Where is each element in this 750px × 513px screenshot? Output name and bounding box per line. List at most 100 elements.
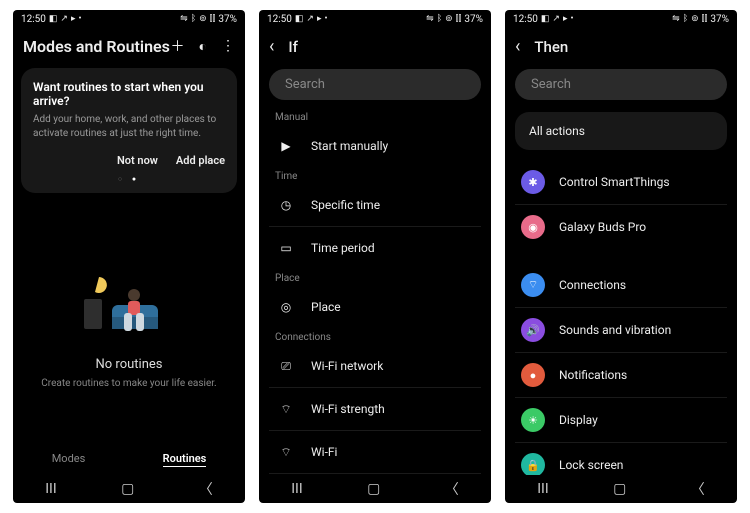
status-bar: 12:50 ◧ ↗ ▸ • ⇋ ᛒ ⊚ ⫿⫿ 37% xyxy=(13,10,245,28)
screen-if: 12:50 ◧ ↗ ▸ • ⇋ ᛒ ⊚ ⫿⫿ 37% ‹ If Search M… xyxy=(259,10,491,503)
header: ‹ If xyxy=(259,28,491,65)
pin-icon: ◎ xyxy=(275,296,297,318)
row-start-manually[interactable]: ▶ Start manually xyxy=(269,125,481,167)
status-battery: 37% xyxy=(218,14,237,25)
home-button[interactable]: ▢ xyxy=(121,481,134,497)
tab-modes[interactable]: Modes xyxy=(52,452,86,467)
row-wifi-network[interactable]: ⎚ Wi-Fi network xyxy=(269,345,481,388)
status-time: 12:50 xyxy=(21,14,46,25)
page-title: Modes and Routines xyxy=(23,37,171,56)
bell-icon: ● xyxy=(521,363,545,387)
notif-icon: ↗ xyxy=(306,15,314,24)
sun-icon: ☀ xyxy=(521,408,545,432)
row-lockscreen[interactable]: 🔒 Lock screen xyxy=(515,443,727,475)
wifi-icon: ⊚ xyxy=(691,15,699,24)
card-subtitle: Add your home, work, and other places to… xyxy=(33,113,225,140)
home-button[interactable]: ▢ xyxy=(367,481,380,497)
clock-icon: ◷ xyxy=(275,194,297,216)
smartthings-icon: ✱ xyxy=(521,170,545,194)
empty-subtitle: Create routines to make your life easier… xyxy=(41,378,216,389)
wifi-icon: ⊚ xyxy=(199,15,207,24)
search-placeholder: Search xyxy=(531,77,571,92)
home-button[interactable]: ▢ xyxy=(613,481,626,497)
notif-icon: • xyxy=(571,15,574,24)
recents-button[interactable]: III xyxy=(45,481,56,497)
promo-card: Want routines to start when you arrive? … xyxy=(21,68,237,193)
notif-icon: ◧ xyxy=(295,15,304,24)
section-place: Place xyxy=(259,269,491,286)
row-label: Place xyxy=(311,300,341,314)
notif-icon: ↗ xyxy=(552,15,560,24)
back-icon[interactable]: ‹ xyxy=(515,36,520,57)
row-label: Wi-Fi strength xyxy=(311,402,385,416)
add-icon[interactable]: ＋ xyxy=(171,36,185,56)
page-title: If xyxy=(288,38,481,56)
notif-icon: ▸ xyxy=(317,15,322,24)
row-label: Display xyxy=(559,413,598,427)
tab-routines[interactable]: Routines xyxy=(163,452,207,467)
notif-icon: ↗ xyxy=(60,15,68,24)
back-icon[interactable]: ‹ xyxy=(269,36,274,57)
lock-icon: 🔒 xyxy=(521,453,545,475)
section-connections: Connections xyxy=(259,328,491,345)
status-bar: 12:50 ◧ ↗ ▸ • ⇋ ᛒ ⊚ ⫿⫿ 37% xyxy=(505,10,737,28)
signal-icon: ⫿⫿ xyxy=(456,15,462,24)
status-time: 12:50 xyxy=(513,14,538,25)
row-all-actions[interactable]: All actions xyxy=(515,112,727,150)
row-specific-time[interactable]: ◷ Specific time xyxy=(269,184,481,227)
screen-then: 12:50 ◧ ↗ ▸ • ⇋ ᛒ ⊚ ⫿⫿ 37% ‹ Then Search… xyxy=(505,10,737,503)
notif-icon: ◧ xyxy=(541,15,550,24)
row-display[interactable]: ☀ Display xyxy=(515,398,727,443)
row-sounds[interactable]: 🔊 Sounds and vibration xyxy=(515,308,727,353)
recents-button[interactable]: III xyxy=(291,481,302,497)
play-icon: ▶ xyxy=(275,135,297,157)
empty-state: No routines Create routines to make your… xyxy=(13,203,245,442)
card-title: Want routines to start when you arrive? xyxy=(33,80,225,108)
link-icon: ⇋ xyxy=(180,15,188,24)
row-place[interactable]: ◎ Place xyxy=(269,286,481,328)
search-placeholder: Search xyxy=(285,77,325,92)
status-time: 12:50 xyxy=(267,14,292,25)
calendar-icon: ▭ xyxy=(275,237,297,259)
status-bar: 12:50 ◧ ↗ ▸ • ⇋ ᛒ ⊚ ⫿⫿ 37% xyxy=(259,10,491,28)
row-wifi-strength[interactable]: ⌔ Wi-Fi strength xyxy=(269,388,481,431)
notif-icon: ▸ xyxy=(563,15,568,24)
row-smartthings[interactable]: ✱ Control SmartThings xyxy=(515,160,727,205)
bt-icon: ᛒ xyxy=(683,15,688,24)
not-now-button[interactable]: Not now xyxy=(117,154,158,167)
row-label: Control SmartThings xyxy=(559,175,670,189)
add-place-button[interactable]: Add place xyxy=(176,154,225,167)
row-label: Galaxy Buds Pro xyxy=(559,220,646,234)
row-label: Lock screen xyxy=(559,458,623,472)
compass-icon[interactable]: ◐ xyxy=(199,38,207,55)
back-button[interactable]: 〈 xyxy=(445,479,459,499)
row-wifi[interactable]: ⌔ Wi-Fi xyxy=(269,431,481,474)
link-icon: ⇋ xyxy=(426,15,434,24)
android-navbar: III ▢ 〈 xyxy=(505,475,737,503)
recents-button[interactable]: III xyxy=(537,481,548,497)
bt-icon: ᛒ xyxy=(191,15,196,24)
back-button[interactable]: 〈 xyxy=(199,479,213,499)
wifi-icon: ⊚ xyxy=(445,15,453,24)
android-navbar: III ▢ 〈 xyxy=(259,475,491,503)
search-input[interactable]: Search xyxy=(515,69,727,100)
row-label: Start manually xyxy=(311,139,388,153)
row-notifications[interactable]: ● Notifications xyxy=(515,353,727,398)
section-manual: Manual xyxy=(259,108,491,125)
screen-modes-routines: 12:50 ◧ ↗ ▸ • ⇋ ᛒ ⊚ ⫿⫿ 37% Modes and Rou… xyxy=(13,10,245,503)
status-battery: 37% xyxy=(710,14,729,25)
wifi-icon: ⌔ xyxy=(275,441,297,463)
link-icon: ⇋ xyxy=(672,15,680,24)
android-navbar: III ▢ 〈 xyxy=(13,475,245,503)
header: ‹ Then xyxy=(505,28,737,65)
row-galaxy-buds[interactable]: ◉ Galaxy Buds Pro xyxy=(515,205,727,249)
search-input[interactable]: Search xyxy=(269,69,481,100)
row-label: All actions xyxy=(529,124,585,138)
signal-icon: ⫿⫿ xyxy=(702,15,708,24)
status-battery: 37% xyxy=(464,14,483,25)
row-time-period[interactable]: ▭ Time period xyxy=(269,227,481,269)
row-connections[interactable]: ⌔ Connections xyxy=(515,263,727,308)
more-icon[interactable]: ⋮ xyxy=(221,38,235,54)
back-button[interactable]: 〈 xyxy=(691,479,705,499)
row-label: Connections xyxy=(559,278,626,292)
